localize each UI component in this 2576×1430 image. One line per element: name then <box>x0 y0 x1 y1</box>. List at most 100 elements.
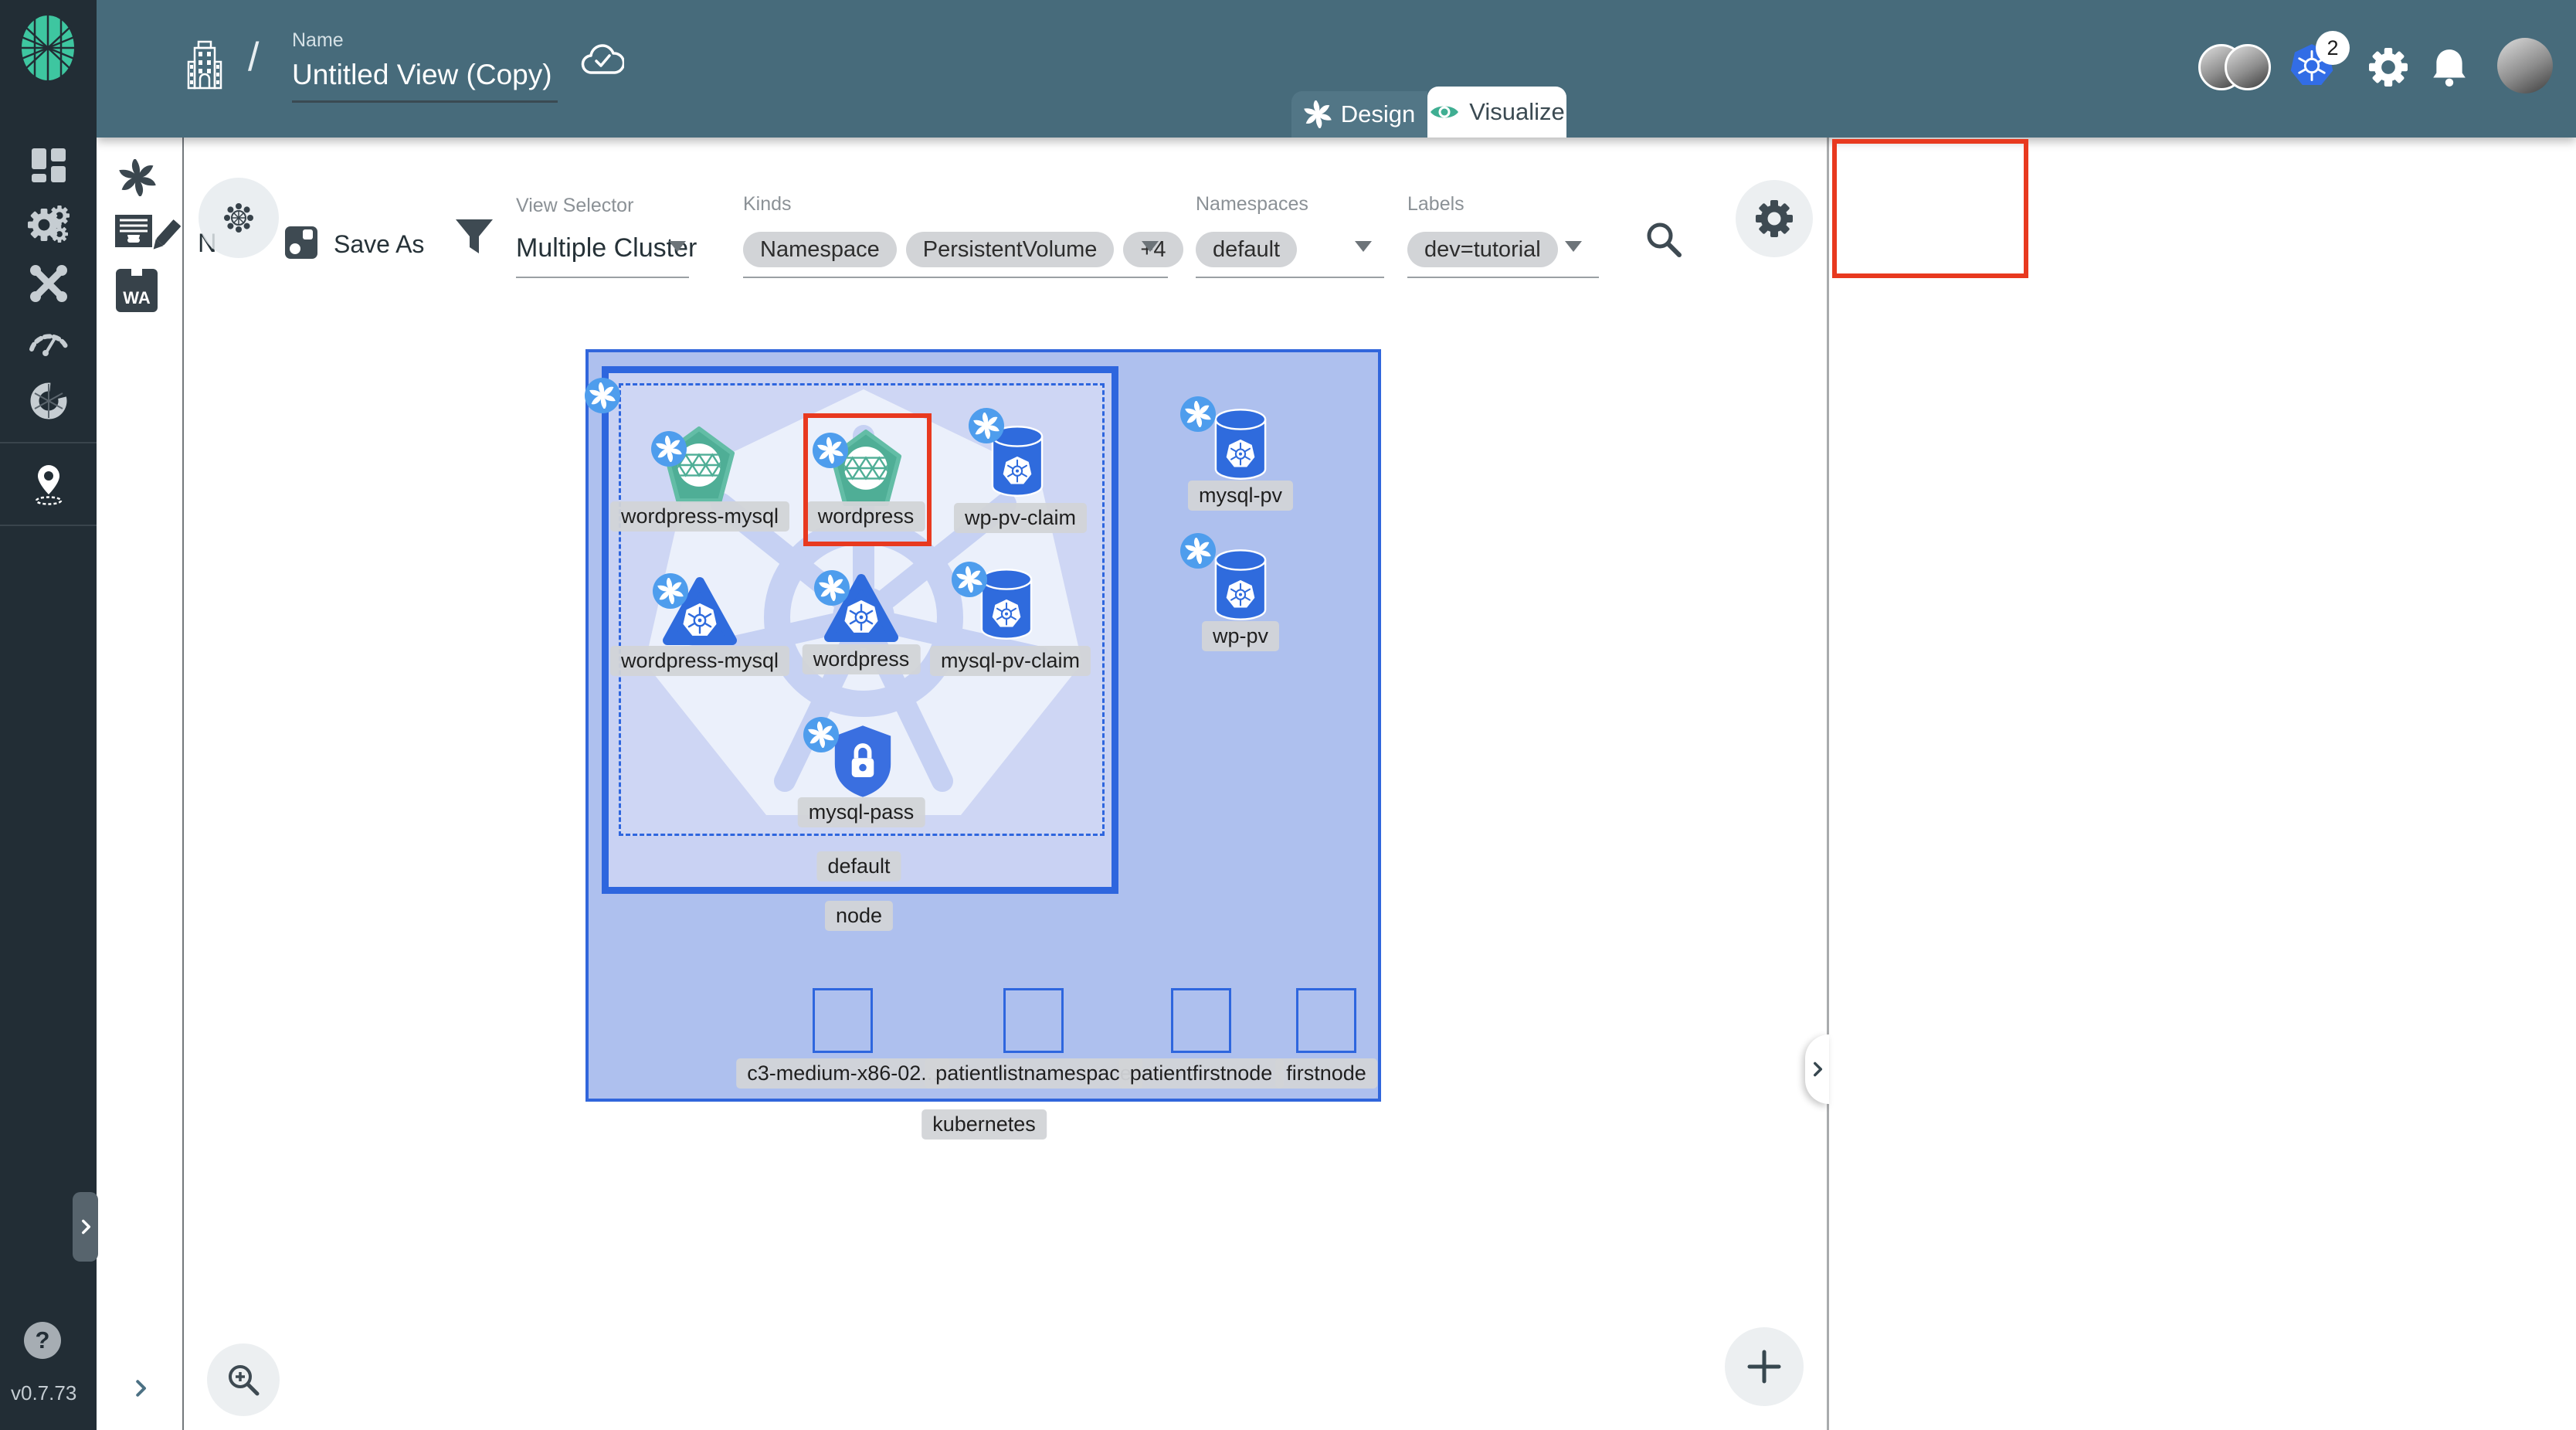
namespace-label: default <box>816 851 901 881</box>
node-label: mysql-pv <box>1188 481 1293 511</box>
sidebar-item-configuration[interactable] <box>29 264 68 303</box>
tab-visualize[interactable]: Visualize <box>1427 87 1566 138</box>
tab-design[interactable]: Design <box>1291 91 1427 138</box>
kind-chip[interactable]: Namespace <box>743 232 897 267</box>
design-spiral-icon[interactable] <box>119 159 156 196</box>
name-input[interactable]: Untitled View (Copy) <box>292 59 552 91</box>
help-button[interactable]: ? <box>24 1322 61 1359</box>
chevron-right-icon <box>1807 1059 1828 1079</box>
plus-icon <box>1746 1349 1782 1384</box>
namespaces-underline <box>1196 277 1384 278</box>
zoom-in-button[interactable] <box>207 1343 280 1416</box>
breadcrumb-separator: / <box>248 34 259 80</box>
design-label: Design <box>1341 100 1416 128</box>
spiral-badge-icon <box>952 562 987 597</box>
secondary-toolbar: WA <box>97 138 183 1430</box>
node-label: wp-pv <box>1202 621 1279 651</box>
sidebar-item-lifecycle[interactable] <box>28 205 70 244</box>
visualize-label: Visualize <box>1469 98 1565 126</box>
view-selector-underline <box>516 277 689 278</box>
annotation-highlight-details-tab <box>1832 139 2028 278</box>
view-selector-label: View Selector <box>516 195 633 217</box>
kind-chip[interactable]: PersistentVolume <box>906 232 1115 267</box>
panel-collapse-handle[interactable] <box>1805 1034 1829 1104</box>
node-pvc-mysql-pv-claim[interactable] <box>979 568 1033 640</box>
host-square[interactable] <box>813 988 873 1053</box>
cluster-label: kubernetes <box>921 1109 1047 1140</box>
host-label: c3-medium-x86-02... <box>736 1058 949 1089</box>
labels-caret-icon[interactable] <box>1565 241 1582 252</box>
node-label: mysql-pv-claim <box>930 646 1091 676</box>
meshery-app: / Name Untitled View (Copy) 2 <box>0 0 2576 1430</box>
wa-label: WA <box>123 288 150 308</box>
node-label: wordpress-mysql <box>610 646 789 676</box>
search-icon[interactable] <box>1644 219 1684 260</box>
visualize-eye-icon <box>1429 102 1460 122</box>
host-label: firstnode <box>1275 1058 1377 1089</box>
save-as-button[interactable]: Save As <box>334 230 424 259</box>
spiral-badge-icon <box>814 570 850 606</box>
organization-icon[interactable] <box>185 39 224 90</box>
host-square[interactable] <box>1296 988 1356 1053</box>
gear-icon <box>1756 200 1793 237</box>
strip-divider <box>182 138 184 1430</box>
spiral-badge-icon <box>585 378 620 413</box>
wasm-filter-icon[interactable]: WA <box>116 269 158 312</box>
spiral-badge-icon <box>1180 533 1216 569</box>
zoom-in-icon <box>224 1360 263 1399</box>
save-as-icon[interactable] <box>284 226 318 260</box>
sidebar-divider <box>0 442 97 443</box>
spiral-badge-icon <box>803 717 839 752</box>
collaborator-avatar[interactable] <box>2225 44 2271 90</box>
node-secret-mysql-pass[interactable] <box>832 724 894 798</box>
node-label: mysql-pass <box>798 797 925 827</box>
spiral-badge-icon <box>1180 396 1216 432</box>
edit-pencil-icon[interactable] <box>148 216 182 256</box>
sidebar-item-mesh-map[interactable] <box>31 464 66 507</box>
main-sidebar: ? v0.7.73 <box>0 0 97 1430</box>
notifications-bell-icon[interactable] <box>2431 46 2468 87</box>
node-label-group: node <box>825 901 893 931</box>
user-avatar[interactable] <box>2497 38 2553 93</box>
spiral-badge-icon <box>969 408 1004 443</box>
view-selector-caret-icon[interactable] <box>669 241 686 252</box>
label-chip[interactable]: dev=tutorial <box>1407 232 1558 267</box>
namespaces-label: Namespaces <box>1196 193 1308 216</box>
settings-gear-icon[interactable] <box>2369 48 2408 87</box>
sidebar-item-performance[interactable] <box>28 323 70 357</box>
host-label: patientfirstnode <box>1119 1058 1284 1089</box>
sidebar-item-dashboard[interactable] <box>31 148 66 183</box>
mesh-flower-icon <box>222 201 256 235</box>
spiral-badge-icon <box>651 431 687 467</box>
node-label: wp-pv-claim <box>954 503 1087 533</box>
design-pinwheel-icon <box>1304 100 1332 128</box>
kinds-underline <box>743 277 1168 278</box>
strip-expand-chevron[interactable] <box>129 1377 152 1400</box>
namespace-chip[interactable]: default <box>1196 232 1297 267</box>
name-input-underline <box>292 100 558 103</box>
labels-chips: dev=tutorial <box>1407 232 1567 267</box>
namespaces-caret-icon[interactable] <box>1355 241 1372 252</box>
add-button[interactable] <box>1725 1327 1804 1406</box>
labels-underline <box>1407 277 1599 278</box>
cloud-save-status-icon[interactable] <box>581 43 624 77</box>
app-version: v0.7.73 <box>11 1381 76 1405</box>
details-panel <box>1827 138 2576 1430</box>
host-square[interactable] <box>1003 988 1064 1053</box>
meshery-logo[interactable] <box>20 14 76 82</box>
filter-funnel-icon[interactable] <box>454 218 494 256</box>
sidebar-item-extensions[interactable] <box>28 380 70 422</box>
kinds-caret-icon[interactable] <box>1142 241 1159 252</box>
node-pv-mysql-pv[interactable] <box>1213 408 1268 481</box>
labels-filter-label: Labels <box>1407 193 1464 216</box>
node-pv-wp-pv[interactable] <box>1213 549 1268 621</box>
mode-toggle: Design Visualize <box>1291 87 1566 138</box>
namespaces-chips: default <box>1196 232 1306 267</box>
context-count-badge[interactable]: 2 <box>2316 31 2350 65</box>
host-square[interactable] <box>1171 988 1231 1053</box>
wasm-notch <box>131 269 142 276</box>
sidebar-expand-tab[interactable] <box>73 1192 98 1262</box>
sidebar-divider <box>0 525 97 526</box>
spiral-badge-icon <box>653 573 688 609</box>
canvas-settings-button[interactable] <box>1736 180 1813 257</box>
